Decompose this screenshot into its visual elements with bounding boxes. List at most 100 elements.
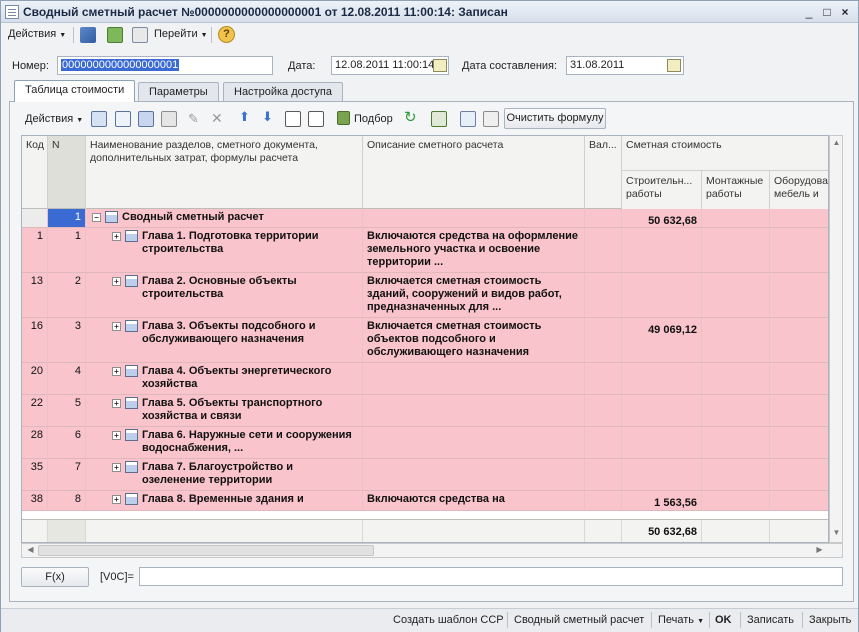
- table-row[interactable]: 20 4 + Глава 4. Объекты энергетического хоз…: [22, 363, 828, 395]
- cell-equip[interactable]: [770, 273, 828, 318]
- cell-kod[interactable]: 20: [22, 363, 48, 395]
- pick-button[interactable]: Подбор: [354, 113, 393, 125]
- cell-desc[interactable]: [363, 363, 585, 395]
- pencil-icon[interactable]: ✎: [188, 111, 199, 127]
- cost-table[interactable]: Код N Наименование разделов, сметного до…: [21, 135, 829, 543]
- number-field[interactable]: 0000000000000000001: [57, 56, 273, 75]
- minimize-button[interactable]: _: [801, 4, 817, 20]
- cell-equip[interactable]: [770, 395, 828, 427]
- cell-n[interactable]: 4: [48, 363, 86, 395]
- copy-row-icon[interactable]: [138, 111, 154, 127]
- calculate-icon[interactable]: [431, 111, 447, 127]
- header-cost-equip[interactable]: Оборудова... мебель и: [770, 170, 828, 209]
- cell-mount[interactable]: [702, 395, 770, 427]
- cell-equip[interactable]: [770, 363, 828, 395]
- cell-name[interactable]: + Глава 5. Объекты транспортного хозяйств…: [86, 395, 363, 427]
- sort-icon[interactable]: [285, 111, 301, 127]
- sort-desc-icon[interactable]: [308, 111, 324, 127]
- move-down-icon[interactable]: ⬇: [262, 109, 273, 125]
- cell-equip[interactable]: [770, 318, 828, 363]
- header-cost-mount[interactable]: Монтажные работы: [702, 170, 770, 209]
- cell-name[interactable]: + Глава 1. Подготовка территории строител…: [86, 228, 363, 273]
- cell-name[interactable]: + Глава 7. Благоустройство и озеленение т…: [86, 459, 363, 491]
- header-cost[interactable]: Сметная стоимость: [622, 136, 828, 170]
- table-row[interactable]: 35 7 + Глава 7. Благоустройство и озеленени…: [22, 459, 828, 491]
- header-kod[interactable]: Код: [22, 136, 48, 209]
- cell-equip[interactable]: [770, 491, 828, 511]
- cell-val[interactable]: [585, 209, 622, 228]
- cell-build[interactable]: 1 563,56: [622, 491, 702, 511]
- header-n[interactable]: N: [48, 136, 86, 209]
- header-name[interactable]: Наименование разделов, сметного документ…: [86, 136, 363, 209]
- create-template-button[interactable]: Создать шаблон ССР: [393, 614, 504, 626]
- table-row[interactable]: 22 5 + Глава 5. Объекты транспортного хозяй…: [22, 395, 828, 427]
- cell-equip[interactable]: [770, 427, 828, 459]
- cell-val[interactable]: [585, 395, 622, 427]
- cell-n[interactable]: 2: [48, 273, 86, 318]
- cell-n[interactable]: 8: [48, 491, 86, 511]
- cell-kod[interactable]: 16: [22, 318, 48, 363]
- move-up-icon[interactable]: ⬆: [239, 109, 250, 125]
- scroll-down-icon[interactable]: ▼: [830, 528, 843, 537]
- cell-n[interactable]: 1: [48, 228, 86, 273]
- delete-icon[interactable]: ✕: [211, 110, 223, 127]
- cell-name[interactable]: + Глава 4. Объекты энергетического хозяйс…: [86, 363, 363, 395]
- cell-mount[interactable]: [702, 491, 770, 511]
- add-row-icon[interactable]: [91, 111, 107, 127]
- cell-val[interactable]: [585, 318, 622, 363]
- cell-desc[interactable]: [363, 427, 585, 459]
- header-currency[interactable]: Вал...: [585, 136, 622, 209]
- cell-mount[interactable]: [702, 363, 770, 395]
- cell-name[interactable]: + Глава 8. Временные здания и: [86, 491, 363, 511]
- table-row[interactable]: 28 6 + Глава 6. Наружные сети и сооружения …: [22, 427, 828, 459]
- cell-equip[interactable]: [770, 209, 828, 228]
- print-preview-icon[interactable]: [483, 111, 499, 127]
- close-window-button[interactable]: ×: [837, 4, 853, 20]
- summary-estimate-button[interactable]: Сводный сметный расчет: [514, 614, 644, 626]
- cell-kod[interactable]: [22, 209, 48, 228]
- cell-val[interactable]: [585, 363, 622, 395]
- cell-n[interactable]: 1: [48, 209, 86, 228]
- cell-kod[interactable]: 22: [22, 395, 48, 427]
- cell-build[interactable]: [622, 459, 702, 491]
- help-button[interactable]: ?: [218, 26, 235, 43]
- cell-equip[interactable]: [770, 228, 828, 273]
- cell-mount[interactable]: [702, 228, 770, 273]
- tab-cost-table[interactable]: Таблица стоимости: [14, 80, 136, 102]
- cell-kod[interactable]: 35: [22, 459, 48, 491]
- add-group-icon[interactable]: [115, 111, 131, 127]
- cell-kod[interactable]: 13: [22, 273, 48, 318]
- table-row[interactable]: 16 3 + Глава 3. Объекты подсобного и обслуж…: [22, 318, 828, 363]
- expand-icon[interactable]: +: [112, 398, 121, 408]
- vertical-scrollbar[interactable]: ▲ ▼: [829, 135, 843, 543]
- actions-menu[interactable]: Действия ▼: [8, 28, 66, 40]
- close-button[interactable]: Закрыть: [809, 614, 851, 626]
- cell-val[interactable]: [585, 459, 622, 491]
- cell-n[interactable]: 6: [48, 427, 86, 459]
- horizontal-scroll-thumb[interactable]: [38, 545, 374, 556]
- cell-mount[interactable]: [702, 209, 770, 228]
- cell-name[interactable]: + Глава 2. Основные объекты строительства: [86, 273, 363, 318]
- cell-kod[interactable]: 28: [22, 427, 48, 459]
- date-field[interactable]: 12.08.2011 11:00:14: [331, 56, 449, 75]
- cell-mount[interactable]: [702, 427, 770, 459]
- post-document-icon[interactable]: [80, 27, 96, 43]
- cell-desc[interactable]: Включаются средства на оформление земель…: [363, 228, 585, 273]
- clear-formula-button[interactable]: Очистить формулу: [504, 108, 606, 129]
- cell-name[interactable]: + Глава 6. Наружные сети и сооружения вод…: [86, 427, 363, 459]
- expand-icon[interactable]: +: [112, 494, 121, 504]
- structure-icon[interactable]: [132, 27, 148, 43]
- cell-n[interactable]: 3: [48, 318, 86, 363]
- formula-button[interactable]: F(x): [21, 567, 89, 587]
- cell-n[interactable]: 5: [48, 395, 86, 427]
- cell-build[interactable]: [622, 228, 702, 273]
- cell-mount[interactable]: [702, 273, 770, 318]
- cell-val[interactable]: [585, 427, 622, 459]
- scroll-left-icon[interactable]: ◀: [24, 545, 37, 554]
- cell-build[interactable]: [622, 273, 702, 318]
- expand-icon[interactable]: +: [112, 276, 121, 286]
- cell-build[interactable]: [622, 427, 702, 459]
- scroll-up-icon[interactable]: ▲: [830, 138, 843, 147]
- cell-val[interactable]: [585, 273, 622, 318]
- cell-val[interactable]: [585, 491, 622, 511]
